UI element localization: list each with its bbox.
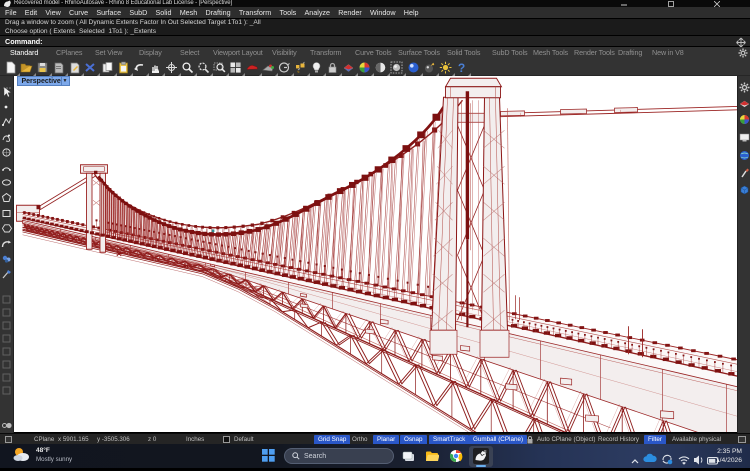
- svg-text:?: ?: [458, 61, 465, 74]
